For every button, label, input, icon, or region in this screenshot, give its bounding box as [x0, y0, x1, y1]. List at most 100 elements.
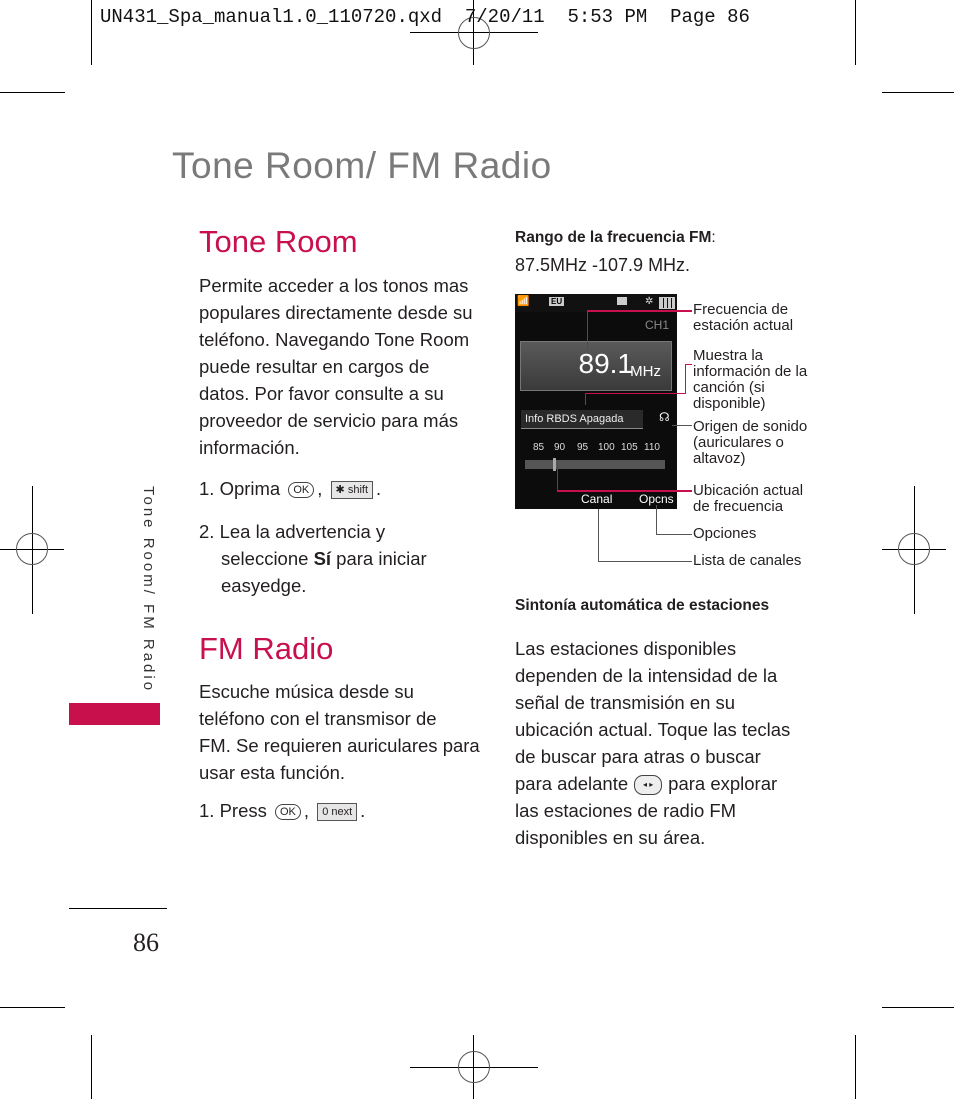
step-end: .	[360, 800, 366, 821]
softkey-canal[interactable]: Canal	[581, 492, 612, 506]
frequency-slider-thumb[interactable]	[553, 458, 556, 471]
callout-text: altavoz)	[693, 450, 746, 467]
headphone-icon[interactable]: ☊	[659, 410, 670, 424]
callout-text: canción (si	[693, 379, 765, 396]
range-colon: :	[711, 229, 716, 246]
callout-sound-source: Origen de sonido (auriculares o altavoz)	[693, 419, 807, 467]
callout-frequency: Frecuencia de estación actual	[693, 302, 793, 334]
callout-line	[587, 310, 692, 312]
page-number: 86	[133, 928, 159, 957]
step-text: 1. Oprima	[199, 478, 281, 499]
step-text: seleccione	[221, 548, 314, 569]
scale-tick-label: 110	[644, 442, 660, 453]
body-line: FM. Se requieren auriculares para	[199, 735, 480, 756]
left-right-nav-key-icon: ◂ ▸	[634, 775, 663, 796]
body-text: para explorar	[668, 773, 778, 794]
body-line: proveedor de servicio para más	[199, 410, 459, 431]
body-line: las estaciones de radio FM	[515, 800, 737, 821]
callout-text: estación actual	[693, 317, 794, 334]
registration-mark	[458, 1051, 490, 1083]
step-emphasis: Sí	[313, 548, 332, 569]
eu-icon: EU	[549, 297, 565, 306]
callout-line	[672, 425, 692, 426]
fm-radio-heading: FM Radio	[199, 631, 334, 666]
body-line: usar esta función.	[199, 762, 346, 783]
body-line: Permite acceder a los tonos mas	[199, 275, 469, 296]
callout-text: disponible)	[693, 395, 766, 412]
callout-channel-list: Lista de canales	[693, 553, 801, 569]
settings-icon: ✲	[645, 296, 654, 307]
range-label-text: Rango de la frecuencia FM	[515, 229, 712, 246]
crop-mark	[0, 1007, 65, 1008]
body-line: teléfono con el transmisor de	[199, 708, 437, 729]
file-slug: UN431_Spa_manual1.0_110720.qxd 7/20/11 5…	[100, 6, 750, 28]
channel-label: CH1	[644, 318, 669, 332]
ok-key-icon: OK	[275, 804, 301, 821]
step-text: 2. Lea la advertencia y	[199, 521, 386, 542]
callout-song-info: Muestra la información de la canción (si di…	[693, 348, 807, 412]
tone-room-body: Permite acceder a los tonos mas populare…	[199, 272, 473, 461]
callout-line	[598, 509, 599, 562]
step-text: para iniciar	[331, 548, 427, 569]
callout-text: Origen de sonido	[693, 418, 808, 435]
zero-next-key-icon: 0 next	[317, 803, 358, 822]
battery-icon	[659, 297, 675, 309]
crop-mark	[855, 1035, 856, 1099]
tone-room-step-1: 1. Oprima OK, ✱ shift.	[199, 475, 381, 502]
ok-key-icon: OK	[288, 482, 315, 499]
softkey-opcns[interactable]: Opcns	[639, 492, 674, 506]
callout-line	[656, 534, 692, 535]
range-value: 87.5MHz -107.9 MHz.	[515, 255, 691, 275]
body-line: puede resultar en cargos de	[199, 356, 430, 377]
registration-mark	[898, 533, 930, 565]
callout-line	[685, 364, 692, 365]
radio-icon	[617, 297, 627, 305]
callout-line	[585, 393, 686, 394]
crop-mark	[91, 1035, 92, 1099]
step-sep: ,	[317, 478, 323, 499]
body-line: teléfono. Navegando Tone Room	[199, 329, 470, 350]
callout-line	[598, 561, 692, 562]
callout-text: Opciones	[693, 525, 757, 542]
callout-line	[587, 310, 588, 350]
callout-line	[685, 364, 686, 394]
sidebar-tab	[69, 703, 160, 725]
crop-mark	[882, 92, 954, 93]
body-line: datos. Por favor consulte a su	[199, 383, 444, 404]
step-text: seleccione Sí para iniciar	[199, 545, 427, 572]
autotune-body: Las estaciones disponibles dependen de l…	[515, 635, 790, 851]
body-line: disponibles en su área.	[515, 827, 706, 848]
scale-tick-label: 95	[577, 442, 589, 453]
step-sep: ,	[303, 800, 310, 821]
body-line: populares directamente desde su	[199, 302, 473, 323]
crop-mark	[882, 1007, 954, 1008]
sidebar-label: Tone Room/ FM Radio	[140, 486, 157, 694]
frequency-slider-track[interactable]	[525, 460, 665, 469]
callout-line	[656, 505, 657, 535]
footer-rule	[69, 908, 167, 909]
fm-radio-body: Escuche música desde su teléfono con el …	[199, 678, 480, 786]
crop-mark	[91, 0, 92, 65]
callout-text: (auriculares o	[693, 434, 784, 451]
rbds-info[interactable]: Info RBDS Apagada	[521, 410, 643, 429]
autotune-heading: Sintonía automática de estaciones	[515, 597, 770, 614]
tone-room-step-2: 2. Lea la advertencia y seleccione Sí pa…	[199, 518, 427, 599]
callout-line	[585, 393, 586, 405]
callout-line	[557, 461, 558, 491]
callout-options: Opciones	[693, 526, 756, 542]
body-line: ubicación actual. Toque las teclas	[515, 719, 791, 740]
crop-mark	[0, 92, 65, 93]
crop-mark	[855, 0, 856, 65]
callout-text: Frecuencia de	[693, 301, 789, 318]
softkey-bar: Canal Opcns	[515, 491, 677, 509]
callout-text: de frecuencia	[693, 498, 784, 515]
callout-line	[557, 490, 692, 492]
body-line: Escuche música desde su	[199, 681, 414, 702]
body-line: dependen de la intensidad de la	[515, 665, 778, 686]
scale-tick-label: 100	[598, 442, 615, 453]
step-text: 1. Press	[199, 800, 267, 821]
callout-text: Ubicación actual	[693, 482, 804, 499]
body-line: información.	[199, 437, 300, 458]
body-line: señal de transmisión en su	[515, 692, 736, 713]
tone-room-heading: Tone Room	[199, 224, 358, 259]
